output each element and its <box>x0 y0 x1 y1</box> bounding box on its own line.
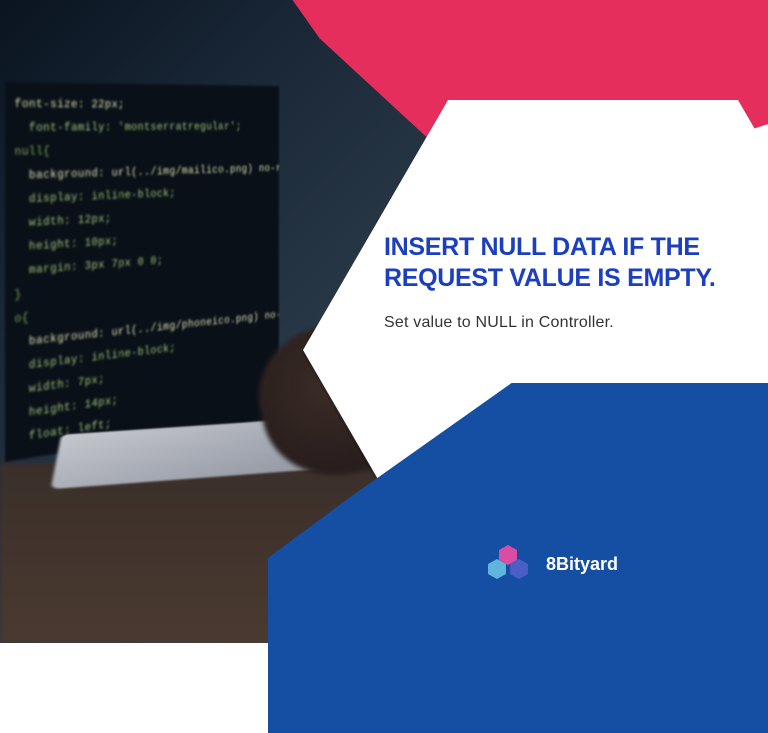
code-line: font-family: 'montserratregular'; <box>14 116 271 140</box>
brand-logo-icon <box>488 545 532 583</box>
graphic-card: font-size: 22px; font-family: 'montserra… <box>0 0 768 643</box>
subtitle-text: Set value to NULL in Controller. <box>384 314 714 332</box>
brand-logo-area: 8Bityard <box>488 545 618 583</box>
code-line: font-size: 22px; <box>14 92 271 116</box>
code-editor-screen: font-size: 22px; font-family: 'montserra… <box>5 82 279 462</box>
headline-title: INSERT NULL DATA IF THE REQUEST VALUE IS… <box>384 232 739 295</box>
brand-name: 8Bityard <box>546 554 618 575</box>
